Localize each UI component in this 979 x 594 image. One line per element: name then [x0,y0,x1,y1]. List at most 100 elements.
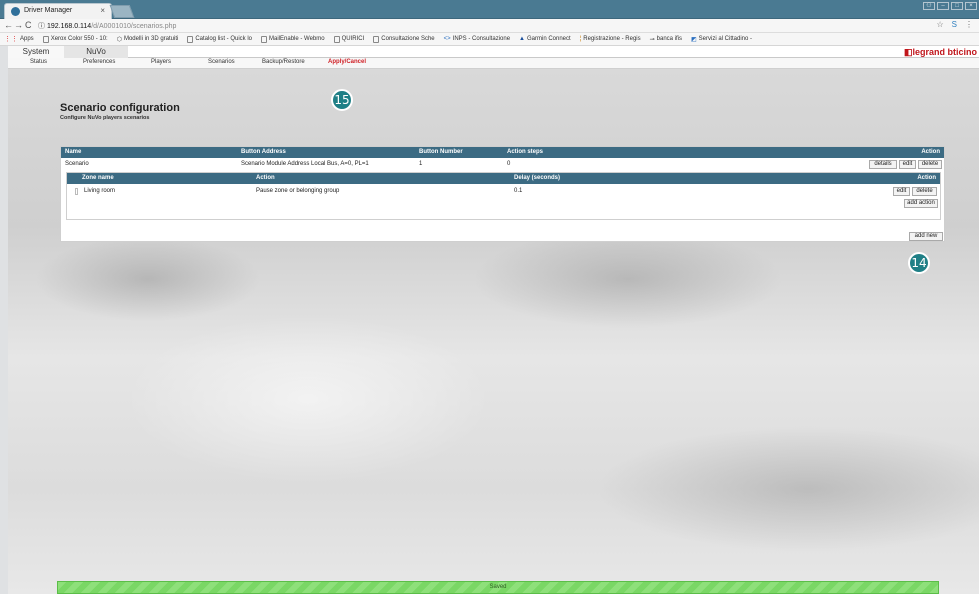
col-action: Action [921,149,940,155]
table-row: Scenario Scenario Module Address Local B… [61,159,944,170]
delete-button[interactable]: delete [918,160,942,169]
delete-action-button[interactable]: delete [912,187,937,196]
address-bar-icons: ☆ S ⋮ [936,20,973,29]
col-action-steps: Action steps [507,149,544,155]
scenario-action-steps: 0 [507,161,511,167]
subnav-players[interactable]: Players [151,59,171,65]
user-icon[interactable]: ⚇ [923,2,935,10]
col-action: Action [256,175,275,181]
zone-name: Living room [84,188,116,194]
scenarios-panel: Name Button Address Button Number Action… [60,146,945,242]
scenario-actions-panel: Zone name Action Delay (seconds) Action … [66,172,941,220]
page-icon [333,35,340,43]
bookmark-label: INPS - Consultazione [452,36,511,42]
bookmark-item[interactable]: <> INPS - Consultazione [444,36,510,42]
add-action-button[interactable]: add action [904,199,938,208]
bookmark-label: Registrazione - Regis [583,36,641,42]
maximize-icon[interactable]: □ [951,2,963,10]
subnav-status[interactable]: Status [30,59,47,65]
callout-badge-apply: 15 [331,89,353,111]
url-host: 192.168.0.114 [46,23,92,30]
registration-icon: ¦ [579,36,582,42]
edit-action-button[interactable]: edit [893,187,910,196]
reload-icon[interactable]: C [25,20,32,30]
bookmark-apps[interactable]: ⋮⋮ Apps [4,35,34,43]
bookmark-item[interactable]: MailEnable - Webmo [261,35,325,43]
scenario-button-number: 1 [419,161,423,167]
back-arrow-icon[interactable]: ← [4,20,13,30]
bookmark-label: Servizi al Cittadino - [698,36,753,42]
tab-title: Driver Manager [24,7,73,14]
add-new-button[interactable]: add new [909,232,943,241]
url-path: /d/A0001010/scenarios.php [91,23,177,30]
page-title: Scenario configuration [60,102,180,114]
tab-system[interactable]: System [8,46,64,58]
bookmark-label: Garmin Connect [527,36,571,42]
window-controls: ⚇ – □ × [923,2,977,10]
address-bar: ← → C ⓘ 192.168.0.114/d/A0001010/scenari… [0,19,979,33]
status-saved-bar: Saved [57,581,939,594]
scenario-address: Scenario Module Address Local Bus, A=0, … [241,161,369,167]
scenario-name: Scenario [65,161,89,167]
col-zone-name: Zone name [82,175,114,181]
star-icon[interactable]: ☆ [936,20,943,29]
page-icon [373,35,380,43]
bookmark-item[interactable]: ⬡ Modelli in 3D gratuiti [117,36,179,43]
col-delay: Delay (seconds) [514,175,561,181]
table-row: Living room Pause zone or belonging grou… [67,186,940,197]
page-subtitle: Configure NuVo players scenarios [60,115,150,121]
brand-bticino: bticino [947,47,978,57]
bookmark-label: QUIRICI [341,36,365,42]
bookmark-item[interactable]: Consultazione Sche [373,35,435,43]
cube-icon: ⬡ [116,36,122,43]
bank-icon: ⊸ [649,36,655,43]
url-field[interactable]: ⓘ 192.168.0.114/d/A0001010/scenarios.php [38,21,938,31]
edit-button[interactable]: edit [899,160,916,169]
bookmark-item[interactable]: ¦ Registrazione - Regis [580,36,641,42]
subnav-preferences[interactable]: Preferences [83,59,115,65]
bookmark-label: banca ifis [656,36,682,42]
drag-handle-icon[interactable] [75,188,78,195]
bookmark-label: Consultazione Sche [381,36,435,42]
close-tab-icon[interactable]: × [100,6,105,15]
sub-navigation: Status Preferences Players Scenarios Bac… [8,58,979,69]
callout-badge-add-new: 14 [908,252,930,274]
browser-tab[interactable]: Driver Manager × [4,3,112,19]
bookmark-item[interactable]: ▲ Garmin Connect [519,36,571,42]
subnav-apply-cancel[interactable]: Apply/Cancel [328,59,366,65]
info-icon: ⓘ [38,23,47,30]
subnav-backup-restore[interactable]: Backup/Restore [262,59,305,65]
bookmark-item[interactable]: Xerox Color 550 - 10: [42,35,108,43]
action-text: Pause zone or belonging group [256,188,340,194]
forward-arrow-icon[interactable]: → [14,20,23,30]
menu-icon[interactable]: ⋮ [965,20,973,29]
col-button-address: Button Address [241,149,286,155]
main-content: Scenario configuration Configure NuVo pl… [8,69,979,594]
bookmark-item[interactable]: ⊸ banca ifis [650,36,682,43]
col-name: Name [65,149,82,155]
actions-table-header: Zone name Action Delay (seconds) Action [67,173,940,184]
extension-s-icon[interactable]: S [952,20,957,29]
site-favicon-icon [11,7,20,16]
page-icon [42,35,49,43]
close-window-icon[interactable]: × [965,2,977,10]
inps-icon: <> [443,36,451,42]
bookmark-label: MailEnable - Webmo [269,36,325,42]
bookmark-item[interactable]: QUIRICI [333,35,365,43]
apps-grid-icon: ⋮⋮ [4,36,18,43]
scenarios-table-header: Name Button Address Button Number Action… [61,147,944,158]
bookmark-label: Apps [20,36,34,42]
bookmark-label: Catalog list - Quick lo [195,36,253,42]
bookmarks-bar: ⋮⋮ Apps Xerox Color 550 - 10: ⬡ Modelli in… [0,33,979,46]
brand-legrand: legrand [912,47,945,57]
new-tab-button[interactable] [109,5,135,18]
bookmark-item[interactable]: Catalog list - Quick lo [187,35,253,43]
brand-logo: ◧legrand bticino [904,46,977,58]
tab-nuvo[interactable]: NuVo [64,46,128,58]
bookmark-item[interactable]: ◩ Servizi al Cittadino - [691,36,752,43]
details-button[interactable]: details [869,160,897,169]
delay-value: 0.1 [514,188,523,194]
minimize-icon[interactable]: – [937,2,949,10]
services-icon: ◩ [691,36,697,43]
subnav-scenarios[interactable]: Scenarios [208,59,235,65]
